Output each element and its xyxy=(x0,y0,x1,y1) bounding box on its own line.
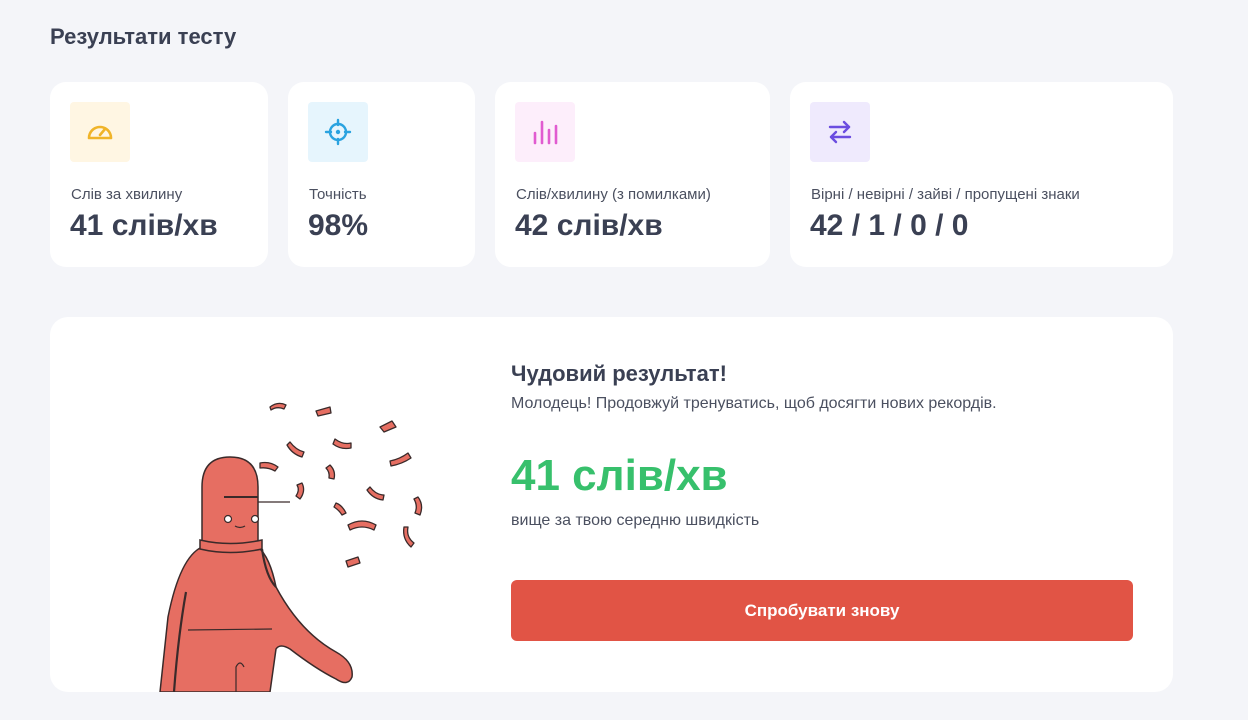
speedometer-icon xyxy=(70,102,130,162)
stat-label: Слів/хвилину (з помилками) xyxy=(516,186,711,203)
celebration-illustration xyxy=(159,402,423,692)
stat-card-accuracy: Точність 98% xyxy=(288,82,475,267)
result-speed: 41 слів/хв xyxy=(511,451,728,500)
stat-card-characters: Вірні / невірні / зайві / пропущені знак… xyxy=(790,82,1173,267)
swap-arrows-icon xyxy=(810,102,870,162)
crosshair-icon xyxy=(308,102,368,162)
result-note: вище за твою середню швидкість xyxy=(511,512,760,529)
retry-button[interactable]: Спробувати знову xyxy=(511,580,1133,641)
result-subtitle: Молодець! Продовжуй тренуватись, щоб дос… xyxy=(511,395,997,412)
bar-chart-icon xyxy=(515,102,575,162)
page-title: Результати тесту xyxy=(50,24,237,49)
stat-value: 42 слів/хв xyxy=(515,209,663,242)
result-panel: Чудовий результат! Молодець! Продовжуй т… xyxy=(50,317,1173,692)
stat-value: 41 слів/хв xyxy=(70,209,218,242)
result-title: Чудовий результат! xyxy=(511,361,727,386)
stat-card-wpm: Слів за хвилину 41 слів/хв xyxy=(50,82,268,267)
stat-label: Вірні / невірні / зайві / пропущені знак… xyxy=(811,186,1080,203)
stat-label: Слів за хвилину xyxy=(71,186,183,203)
stat-value: 42 / 1 / 0 / 0 xyxy=(810,209,969,242)
stat-card-raw-wpm: Слів/хвилину (з помилками) 42 слів/хв xyxy=(495,82,770,267)
stat-label: Точність xyxy=(309,186,367,203)
stat-value: 98% xyxy=(308,209,369,242)
